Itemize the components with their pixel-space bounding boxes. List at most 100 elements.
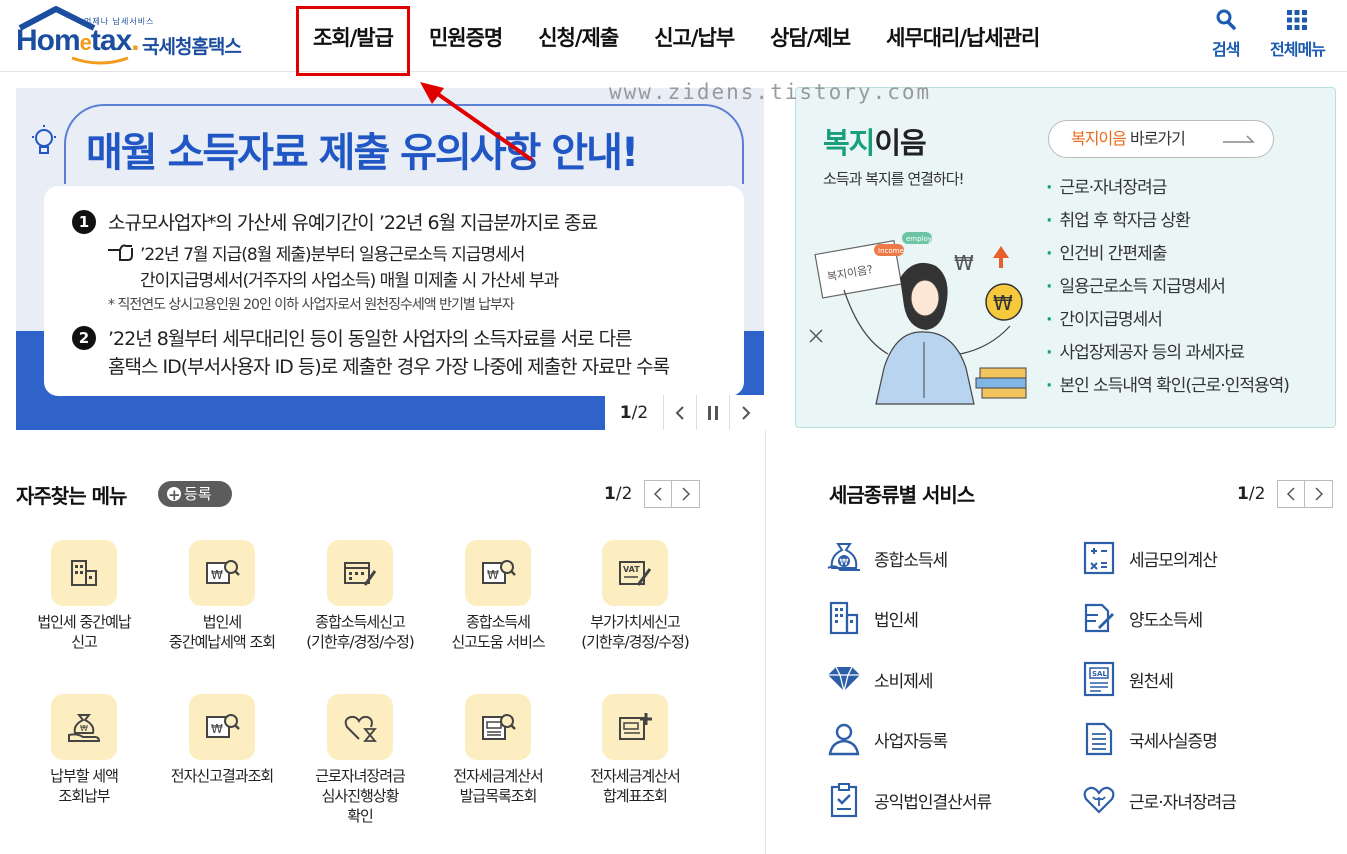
nav-inquiry-issue[interactable]: 조회/발급 <box>295 5 411 77</box>
service-tax-fact-certificate[interactable]: 국세사실증명 <box>1081 721 1218 757</box>
favorite-tile <box>327 540 393 606</box>
pause-icon <box>708 405 718 420</box>
hometax-logo[interactable]: 언제나 납세서비스 Hometax. 국세청홈택스 <box>14 6 274 66</box>
nav-report-pay[interactable]: 신고/납부 <box>636 0 752 72</box>
welfare-woman-illustration: 복지이음? Income employ ₩ ₩ <box>809 232 1027 405</box>
service-withholding-tax[interactable]: SAL 원천세 <box>1081 661 1174 697</box>
service-tax-simulation[interactable]: 세금모의계산 <box>1081 540 1218 576</box>
banner-item2-line1: ’22년 8월부터 세무대리인 등이 동일한 사업자의 소득자료를 서로 다른 <box>108 328 633 350</box>
favorite-label: 법인세 중간예납 신고 <box>37 613 131 651</box>
search-label: 검색 <box>1212 40 1240 59</box>
tax-services-prev-button[interactable] <box>1277 480 1306 508</box>
column-divider <box>765 430 766 854</box>
won-search-icon: ₩ <box>206 560 240 584</box>
favorite-label: 전자신고결과조회 <box>170 767 274 785</box>
welfare-subtitle: 소득과 복지를 연결하다! <box>823 170 965 188</box>
favorite-vat-report[interactable]: VAT 부가가치세신고 (기한후/경정/수정) <box>566 540 704 652</box>
service-label: 종합소득세 <box>874 550 948 571</box>
welfare-link-list: 근로·자녀장려금 취업 후 학자금 상환 인건비 간편제출 일용근로소득 지급명… <box>1046 172 1289 403</box>
favorite-tile <box>51 540 117 606</box>
svg-text:₩: ₩ <box>80 724 88 733</box>
welfare-link-site-provider-data[interactable]: 사업장제공자 등의 과세자료 <box>1046 337 1289 370</box>
favorite-credit-review-status[interactable]: 근로자녀장려금 심사진행상황 확인 <box>291 694 429 826</box>
banner-title: 매월 소득자료 제출 유의사항 안내! <box>86 130 639 176</box>
banner-pager: 1/2 <box>605 395 764 430</box>
service-public-interest-corporation-docs[interactable]: 공익법인결산서류 <box>826 782 992 818</box>
favorite-tax-payment-inquiry[interactable]: ₩ 납부할 세액 조회납부 <box>15 694 153 806</box>
service-label: 양도소득세 <box>1129 610 1203 631</box>
diamond-icon <box>828 666 860 692</box>
search-button[interactable]: 검색 <box>1212 8 1240 60</box>
lightbulb-icon <box>32 125 56 154</box>
calculator-icon <box>1083 541 1115 575</box>
banner-item2-line2: 홈택스 ID(부서사용자 ID 등)로 제출한 경우 가장 나중에 제출한 자료… <box>108 356 670 378</box>
banner-prev-button[interactable] <box>663 395 696 430</box>
welfare-link-my-income-check[interactable]: 본인 소득내역 확인(근로·인적용역) <box>1046 370 1289 403</box>
welfare-shortcut-button[interactable]: 복지이음 바로가기 <box>1048 120 1274 158</box>
vat-pen-icon: VAT <box>619 561 652 586</box>
welfare-link-student-loan[interactable]: 취업 후 학자금 상환 <box>1046 205 1289 238</box>
banner-next-button[interactable] <box>729 395 762 430</box>
calendar-pen-icon <box>344 562 377 586</box>
welfare-link-daily-worker-statement[interactable]: 일용근로소득 지급명세서 <box>1046 271 1289 304</box>
favorite-tile <box>465 694 531 760</box>
building-icon <box>71 560 97 586</box>
service-label: 소비제세 <box>874 671 934 692</box>
favorite-tile <box>327 694 393 760</box>
item-number-badge: 2 <box>72 326 96 350</box>
item-number-badge: 1 <box>72 210 96 234</box>
welfare-link-simplified-statement[interactable]: 간이지급명세서 <box>1046 304 1289 337</box>
svg-text:VAT: VAT <box>623 565 640 574</box>
favorites-register-button[interactable]: + 등록 <box>158 481 232 507</box>
favorite-corporate-interim-tax-inquiry[interactable]: ₩ 법인세 중간예납세액 조회 <box>153 540 291 652</box>
svg-text:₩: ₩ <box>211 568 223 582</box>
logo-swoosh-icon <box>71 56 129 65</box>
all-menu-button[interactable]: 전체메뉴 <box>1270 8 1326 60</box>
favorites-title: 자주찾는 메뉴 <box>16 484 127 508</box>
service-consumption-tax[interactable]: 소비제세 <box>826 661 934 697</box>
notice-banner[interactable]: 매월 소득자료 제출 유의사항 안내! 1 소규모사업자*의 가산세 유예기간이… <box>16 88 764 430</box>
service-global-income-tax[interactable]: ₩ 종합소득세 <box>826 540 948 576</box>
service-label: 법인세 <box>874 610 919 631</box>
banner-content-card: 1 소규모사업자*의 가산세 유예기간이 ’22년 6월 지급분까지로 종료 ’… <box>44 186 744 396</box>
favorite-label: 종합소득세 신고도움 서비스 <box>451 613 545 651</box>
service-corporate-tax[interactable]: 법인세 <box>826 600 919 636</box>
chevron-left-icon <box>1287 487 1295 501</box>
nav-consult-report[interactable]: 상담/제보 <box>752 0 868 72</box>
favorite-label: 부가가치세신고 (기한후/경정/수정) <box>581 613 689 651</box>
chevron-right-icon <box>1315 487 1323 501</box>
favorite-e-filing-result[interactable]: ₩ 전자신고결과조회 <box>153 694 291 786</box>
favorite-global-income-tax-report[interactable]: 종합소득세신고 (기한후/경정/수정) <box>291 540 429 652</box>
receipt-icon: SAL <box>1083 661 1115 697</box>
favorites-prev-button[interactable] <box>644 480 673 508</box>
svg-text:Income: Income <box>878 247 904 255</box>
service-label: 공익법인결산서류 <box>874 792 992 813</box>
watermark-text: www.zidens.tistory.com <box>609 80 932 104</box>
service-capital-gains-tax[interactable]: 양도소득세 <box>1081 600 1203 636</box>
nav-civil-certificate[interactable]: 민원증명 <box>411 0 520 72</box>
favorite-e-invoice-issue-list[interactable]: 전자세금계산서 발급목록조회 <box>429 694 567 806</box>
nav-apply-submit[interactable]: 신청/제출 <box>520 0 636 72</box>
service-business-registration[interactable]: 사업자등록 <box>826 721 948 757</box>
money-bag-hand-icon: ₩ <box>68 714 101 742</box>
favorite-e-invoice-summary[interactable]: 전자세금계산서 합계표조회 <box>566 694 704 806</box>
welfare-link-payroll-simple-submit[interactable]: 인건비 간편제출 <box>1046 238 1289 271</box>
svg-text:employ: employ <box>906 235 932 243</box>
chevron-right-icon <box>742 405 751 420</box>
favorites-next-button[interactable] <box>672 480 701 508</box>
nav-tax-agent[interactable]: 세무대리/납세관리 <box>868 0 1057 72</box>
main-navigation: 조회/발급 민원증명 신청/제출 신고/납부 상담/제보 세무대리/납세관리 <box>295 0 1057 76</box>
tax-services-next-button[interactable] <box>1305 480 1334 508</box>
welfare-panel: 복지이음 소득과 복지를 연결하다! 복지이음 바로가기 복지이음? Incom… <box>795 87 1336 428</box>
welfare-link-earned-income-child-credit[interactable]: 근로·자녀장려금 <box>1046 172 1289 205</box>
service-label: 근로·자녀장려금 <box>1129 792 1237 813</box>
heart-hourglass-icon <box>344 715 377 742</box>
service-earned-income-child-credit[interactable]: 근로·자녀장려금 <box>1081 782 1237 818</box>
favorite-global-income-tax-help[interactable]: ₩ 종합소득세 신고도움 서비스 <box>429 540 567 652</box>
banner-page-indicator: 1/2 <box>619 402 649 423</box>
banner-item1-line1: 소규모사업자*의 가산세 유예기간이 ’22년 6월 지급분까지로 종료 <box>108 212 598 234</box>
banner-item1-line2: ’22년 7월 지급(8월 제출)분부터 일용근로소득 지급명세서 <box>140 245 525 265</box>
building-icon <box>829 601 859 635</box>
favorite-corporate-interim-report[interactable]: 법인세 중간예납 신고 <box>15 540 153 652</box>
banner-pause-button[interactable] <box>696 395 729 430</box>
